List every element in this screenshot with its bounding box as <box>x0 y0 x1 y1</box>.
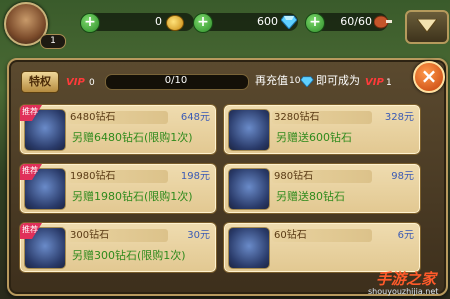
recharge-prefix: 再充值 <box>255 74 288 87</box>
item-price: 328元 <box>384 112 414 123</box>
item-name: 1980钻石 <box>70 171 116 182</box>
item-price: 198元 <box>180 171 210 182</box>
gem-pile-icon <box>228 168 270 210</box>
item-bonus: 另赠300钻石(限购1次) <box>72 249 186 262</box>
item-bonus: 另赠送80钻石 <box>276 190 345 203</box>
recommend-label: 推荐 <box>22 225 38 234</box>
item-price: 98元 <box>391 171 414 182</box>
add-stamina-button[interactable]: + <box>305 13 325 33</box>
coin-count: 0 <box>155 15 162 28</box>
diamond-icon <box>281 15 297 29</box>
item-bonus: 另赠送600钻石 <box>276 131 352 144</box>
recommend-label: 推荐 <box>22 166 38 175</box>
meat-icon <box>374 15 392 29</box>
item-price: 648元 <box>180 112 210 123</box>
item-name: 60钻石 <box>274 230 307 241</box>
vip-progress-text: 0/10 <box>164 75 188 86</box>
product-item-1980[interactable]: 推荐 1980钻石 198元 另赠1980钻石(限购1次) <box>19 163 217 214</box>
recharge-suffix: 即可成为 <box>316 74 360 87</box>
product-item-3280[interactable]: 3280钻石 328元 另赠送600钻石 <box>223 104 421 155</box>
add-gem-button[interactable]: + <box>193 13 213 33</box>
item-name: 6480钻石 <box>70 112 116 123</box>
gem-single-icon <box>228 227 270 269</box>
collapse-menu-button[interactable] <box>405 10 449 44</box>
item-price: 30元 <box>187 230 210 241</box>
product-item-60[interactable]: 60钻石 6元 <box>223 222 421 273</box>
watermark-url: shouyouzhijia.net <box>368 287 439 296</box>
chevron-down-icon <box>417 19 437 33</box>
current-vip-label: VIP <box>66 77 85 88</box>
diamond-icon <box>300 76 314 87</box>
next-vip-label: VIP <box>365 77 384 88</box>
next-vip-level: 1 <box>386 78 392 88</box>
add-coin-button[interactable]: + <box>80 13 100 33</box>
recommend-label: 推荐 <box>22 107 38 116</box>
item-name: 3280钻石 <box>274 112 320 123</box>
product-item-980[interactable]: 980钻石 98元 另赠送80钻石 <box>223 163 421 214</box>
gem-bowl-icon <box>228 109 270 151</box>
gem-count: 600 <box>257 15 278 28</box>
privilege-button[interactable]: 特权 <box>21 71 59 93</box>
item-name: 980钻石 <box>274 171 314 182</box>
current-vip-level: 0 <box>89 78 95 88</box>
recharge-amount: 10 <box>289 76 301 86</box>
stamina-count: 60/60 <box>340 15 372 28</box>
item-name: 300钻石 <box>70 230 110 241</box>
product-item-6480[interactable]: 推荐 6480钻石 648元 另赠6480钻石(限购1次) <box>19 104 217 155</box>
top-hud: 1 + 0 + 600 + 60/60 <box>0 0 450 49</box>
close-button[interactable]: × <box>413 61 445 93</box>
player-level-badge: 1 <box>40 34 66 49</box>
coin-icon <box>166 15 184 31</box>
item-price: 6元 <box>397 230 414 241</box>
watermark-title: 手游之家 <box>376 270 437 288</box>
product-item-300[interactable]: 推荐 300钻石 30元 另赠300钻石(限购1次) <box>19 222 217 273</box>
close-icon: × <box>420 64 438 88</box>
item-bonus: 另赠6480钻石(限购1次) <box>72 131 193 144</box>
item-bonus: 另赠1980钻石(限购1次) <box>72 190 193 203</box>
